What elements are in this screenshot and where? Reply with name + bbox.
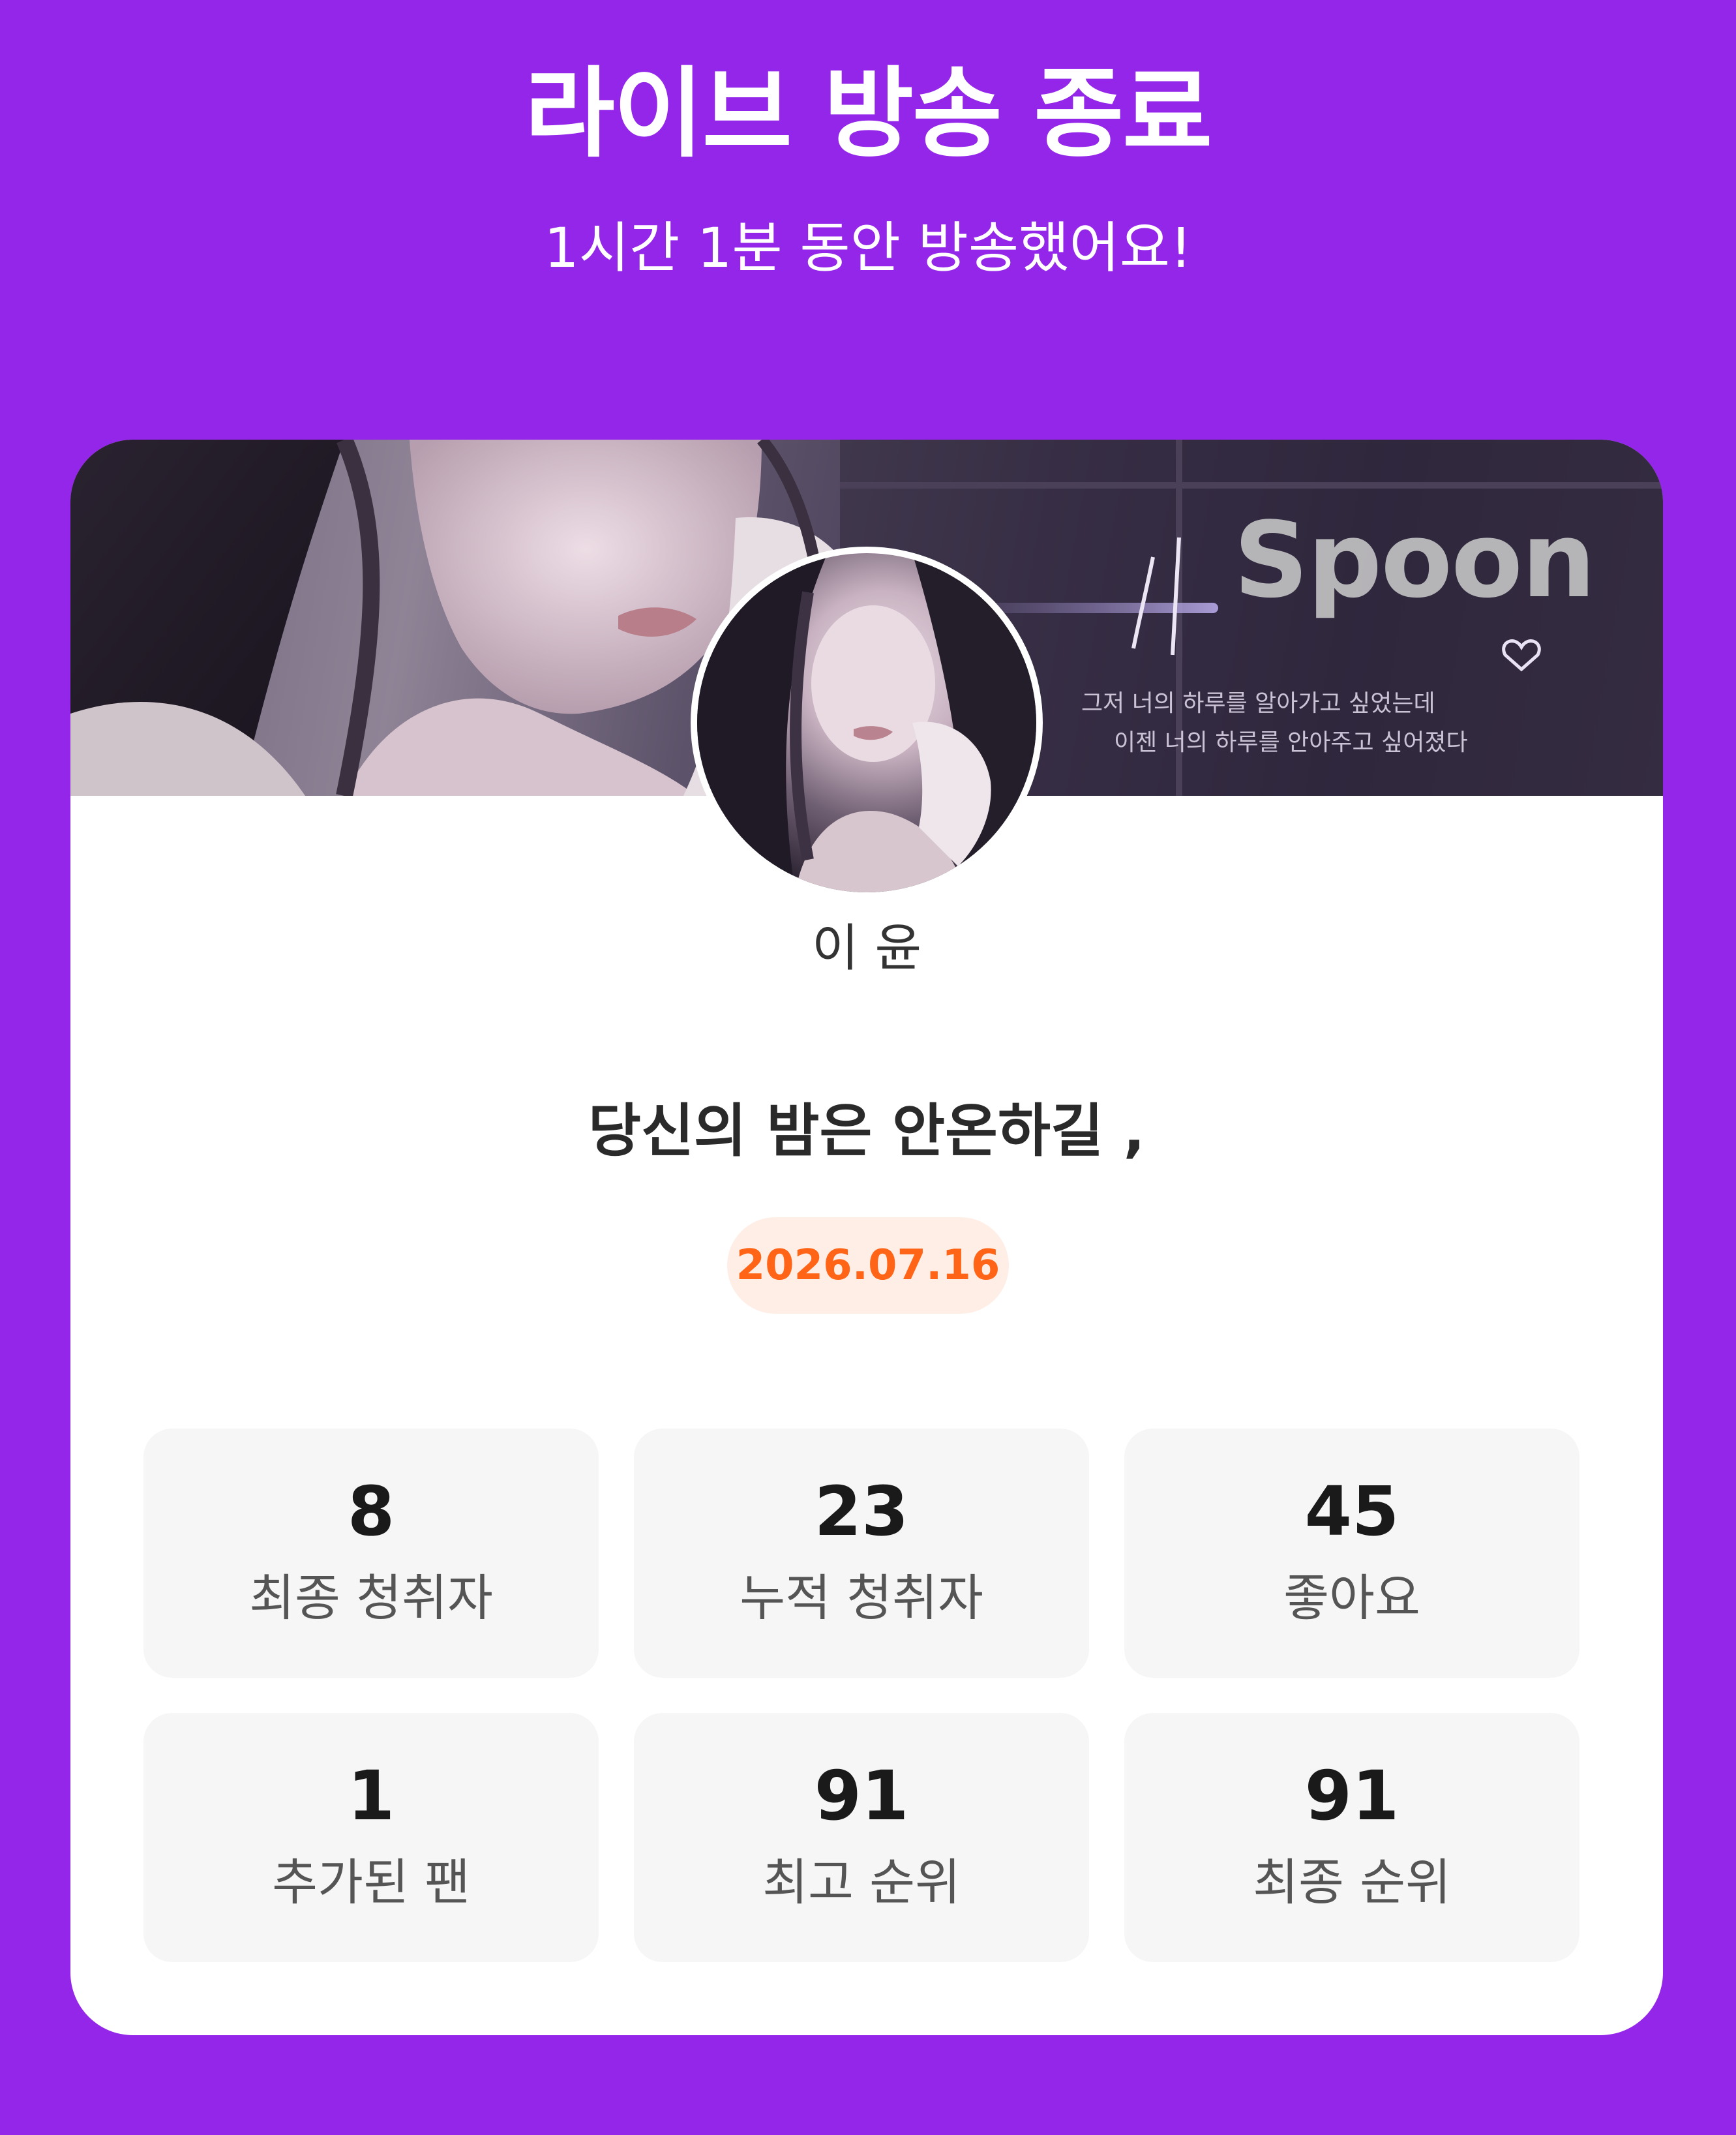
stat-value: 91 [814, 1756, 909, 1836]
stat-new-fans: 1 추가된 팬 [143, 1713, 599, 1962]
stat-label: 최고 순위 [762, 1853, 961, 1911]
stat-label: 최종 순위 [1253, 1853, 1451, 1911]
broadcast-date-badge: 2026.07.16 [727, 1217, 1009, 1314]
stat-best-rank: 91 최고 순위 [634, 1713, 1089, 1962]
broadcast-summary-card: Spoon 그저 너의 하루를 알아가고 싶었는데 이젠 너의 하루를 안아주고… [70, 440, 1663, 2035]
stat-value: 45 [1304, 1472, 1399, 1551]
broadcast-duration: 1시간 1분 동안 방송했어요! [544, 216, 1192, 280]
stat-label: 좋아요 [1283, 1569, 1420, 1627]
avatar[interactable] [691, 547, 1043, 899]
stat-value: 8 [347, 1472, 395, 1551]
stat-label: 최종 청취자 [249, 1569, 493, 1627]
banner-caption-line-1: 그저 너의 하루를 알아가고 싶었는데 [1081, 690, 1435, 717]
broadcast-title: 당신의 밤은 안온하길 , [588, 1097, 1145, 1164]
page-title: 라이브 방송 종료 [524, 57, 1212, 171]
stat-likes: 45 좋아요 [1124, 1429, 1579, 1678]
stat-final-listeners: 8 최종 청취자 [143, 1429, 599, 1678]
stat-final-rank: 91 최종 순위 [1124, 1713, 1579, 1962]
stat-total-listeners: 23 누적 청취자 [634, 1429, 1089, 1678]
streamer-name: 이 윤 [811, 919, 922, 978]
stat-value: 1 [347, 1756, 395, 1836]
avatar-artwork [697, 553, 1036, 892]
banner-caption-line-2: 이젠 너의 하루를 안아주고 싶어졌다 [1114, 729, 1468, 756]
spoon-watermark: Spoon [1233, 499, 1596, 621]
avatar-image [697, 553, 1036, 892]
stat-value: 23 [814, 1472, 909, 1551]
stat-label: 추가된 팬 [272, 1853, 470, 1911]
stat-label: 누적 청취자 [740, 1569, 983, 1627]
stat-value: 91 [1304, 1756, 1399, 1836]
